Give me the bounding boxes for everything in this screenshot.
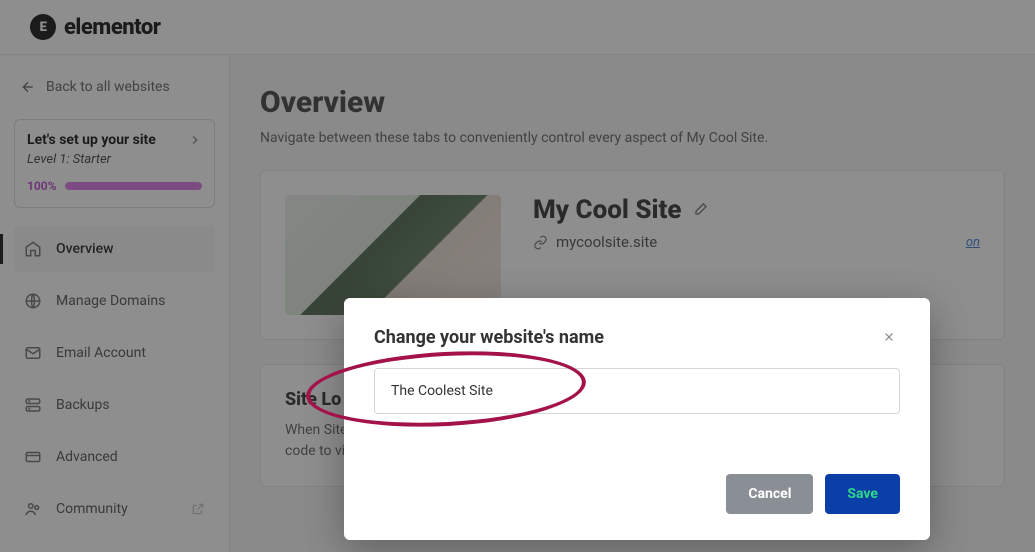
close-icon: [882, 330, 896, 344]
rename-site-modal: Change your website's name Cancel Save: [344, 298, 930, 540]
site-name-input[interactable]: [374, 368, 900, 414]
modal-close-button[interactable]: [878, 326, 900, 348]
cancel-button[interactable]: Cancel: [726, 474, 813, 514]
save-button[interactable]: Save: [825, 474, 900, 514]
modal-title: Change your website's name: [374, 327, 604, 348]
